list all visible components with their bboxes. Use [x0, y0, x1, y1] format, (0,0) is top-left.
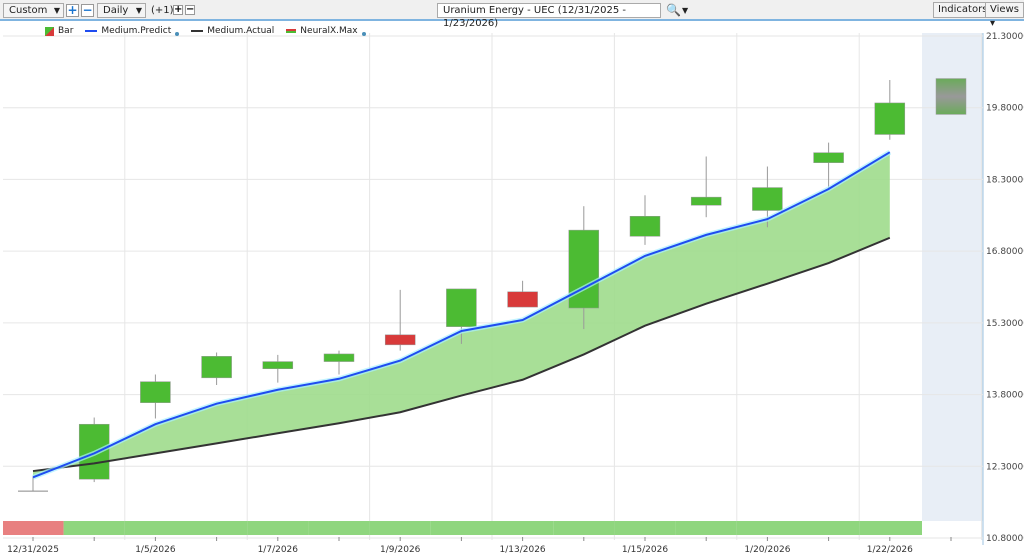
signal-strip-segment [186, 521, 248, 535]
candle-body [262, 361, 294, 370]
candle-body [140, 381, 171, 403]
signal-strip-segment [553, 521, 615, 535]
x-tick-label: 1/13/2026 [500, 545, 546, 555]
candle-body [568, 229, 600, 309]
signal-strip-segment [798, 521, 860, 535]
signal-strip-segment [859, 521, 922, 535]
legend-medium-actual[interactable]: Medium.Actual [191, 26, 274, 36]
x-tick-label: 1/22/2026 [867, 545, 913, 555]
candle-body [507, 291, 538, 308]
signal-strip-segment [492, 521, 554, 535]
y-tick-label: 21.30000 [986, 32, 1024, 42]
candle-body [201, 356, 232, 379]
y-tick-label: 10.80000 [986, 534, 1024, 544]
x-tick-label: 1/20/2026 [744, 545, 790, 555]
price-chart[interactable]: 21.30000 19.80000 18.30000 16.80000 15.30000… [0, 0, 1024, 559]
line-icon [85, 30, 98, 32]
y-tick-label: 13.80000 [986, 391, 1024, 401]
legend-medium-predict[interactable]: Medium.Predict [85, 26, 180, 36]
candle-body [690, 196, 722, 206]
candle-body [384, 334, 416, 346]
legend-label: NeuralX.Max [300, 26, 358, 36]
legend-label: Bar [58, 26, 74, 36]
signal-strip-segment [430, 521, 492, 535]
x-tick-label: 1/9/2026 [380, 545, 421, 555]
x-tick-label: 1/15/2026 [622, 545, 668, 555]
signal-strip-segment [614, 521, 676, 535]
signal-strip-segment [63, 521, 125, 535]
candle-body [629, 215, 661, 237]
y-tick-label: 19.80000 [986, 104, 1024, 114]
signal-strip-segment [675, 521, 737, 535]
signal-strip-segment [124, 521, 186, 535]
y-tick-label: 18.30000 [986, 175, 1024, 185]
signal-strip-segment [736, 521, 798, 535]
x-tick-label: 1/7/2026 [258, 545, 299, 555]
dot-icon [175, 31, 180, 36]
y-tick-label: 15.30000 [986, 319, 1024, 329]
candle-body [323, 353, 355, 362]
legend-label: Medium.Actual [207, 26, 275, 36]
legend-neuralx-max[interactable]: NeuralX.Max [286, 26, 366, 36]
y-tick-label: 16.80000 [986, 247, 1024, 257]
bar-icon [45, 26, 54, 36]
legend-label: Medium.Predict [101, 26, 172, 36]
legend-bar[interactable]: Bar [45, 26, 73, 36]
forecast-box [935, 78, 967, 115]
candle-body [752, 187, 783, 211]
signal-strip-segment [308, 521, 370, 535]
x-tick-label: 12/31/2025 [7, 545, 59, 555]
candle-body [446, 288, 477, 327]
candle-body [874, 102, 906, 135]
chart-legend: Bar Medium.Predict Medium.Actual NeuralX… [45, 26, 366, 36]
dot-icon [361, 31, 366, 36]
candle-body [813, 152, 844, 163]
line-icon [191, 30, 204, 32]
neuralx-icon [286, 29, 297, 33]
x-tick-label: 1/5/2026 [135, 545, 176, 555]
y-tick-label: 12.30000 [986, 462, 1024, 472]
signal-strip-segment [3, 521, 64, 535]
signal-strip-segment [369, 521, 431, 535]
signal-strip-segment [247, 521, 309, 535]
